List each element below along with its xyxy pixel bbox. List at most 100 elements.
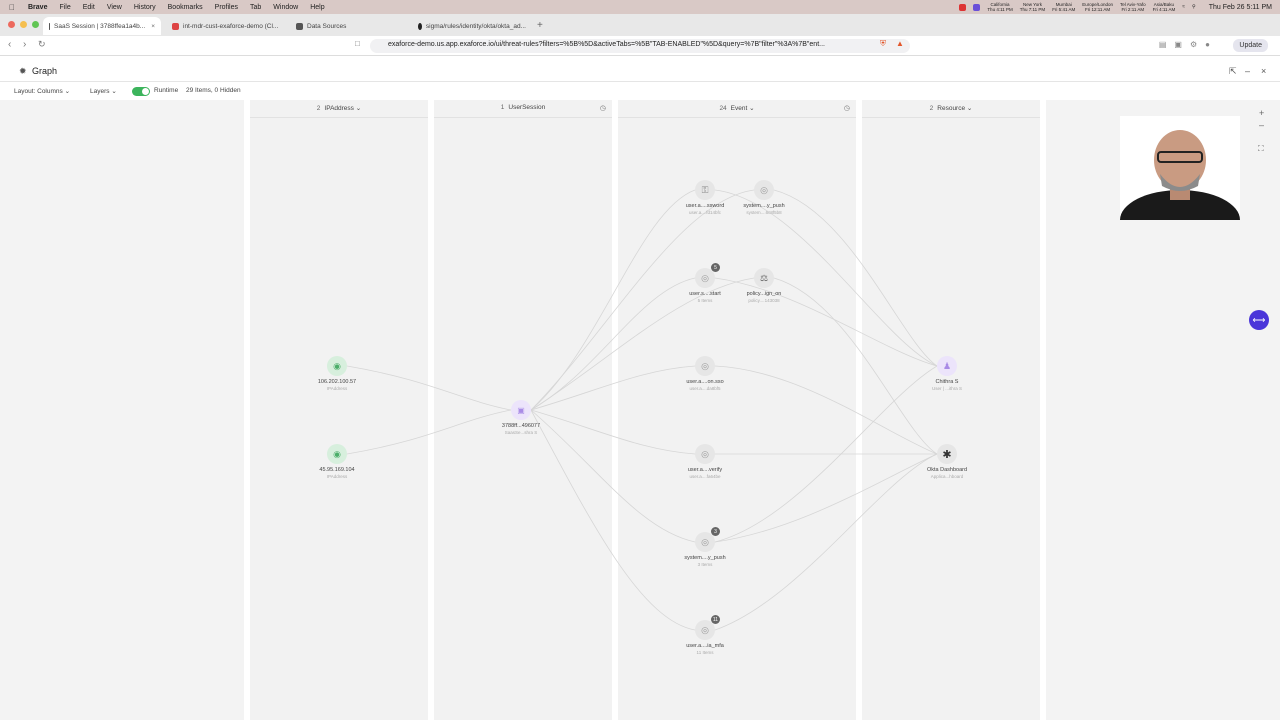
node-user-session[interactable]: ▣ 3788ff...496077 SaasSe...shra S: [481, 400, 561, 435]
runtime-label: Runtime: [154, 87, 179, 94]
wifi-icon[interactable]: ≈: [1182, 4, 1185, 10]
runtime-toggle[interactable]: [132, 87, 150, 96]
presenter-video: [1120, 116, 1240, 220]
node-ip-2[interactable]: ◉ 45.95.169.104 IPAddress: [297, 444, 377, 479]
node-sublabel: IPAddress: [326, 386, 348, 391]
profile-icon[interactable]: ●: [1205, 40, 1210, 49]
tab-saas-session[interactable]: SaaS Session | 3788ffea1a4b... ×: [43, 17, 161, 35]
node-event-6[interactable]: ◎ user.a....verify user.a....fa64be: [665, 444, 745, 479]
node-sublabel: User | ...ithra S: [932, 386, 962, 391]
node-sublabel: system....6c8f5b8: [746, 210, 782, 215]
tab-favicon-icon: [296, 22, 303, 30]
asterisk-icon: ✱: [937, 444, 957, 464]
tab-data-sources[interactable]: Data Sources: [290, 17, 410, 35]
node-sublabel: SaasSe...shra S: [504, 430, 538, 435]
gavel-icon: ⚖: [754, 268, 774, 288]
timezone-california: California Thu 4:11 PM: [987, 2, 1013, 12]
node-ip-1[interactable]: ◉ 106.202.100.57 IPAddress: [297, 356, 377, 391]
tab-sigma-rules[interactable]: sigma/rules/identity/okta/okta_ad...: [412, 17, 532, 35]
search-icon[interactable]: ⚲: [1192, 4, 1196, 10]
github-icon: [418, 22, 422, 30]
menu-edit[interactable]: Edit: [83, 4, 95, 11]
back-icon[interactable]: ‹: [8, 39, 11, 50]
menu-app-name[interactable]: Brave: [28, 4, 47, 11]
macos-menubar:  Brave File Edit View History Bookmarks…: [0, 0, 1280, 14]
address-toolbar: ‹ › ↻ □ exaforce-demo.us.app.exaforce.io…: [0, 36, 1280, 56]
count-badge: 11: [711, 615, 720, 624]
count-badge: 3: [711, 527, 720, 536]
reload-icon[interactable]: ↻: [38, 39, 46, 50]
record-icon[interactable]: [959, 3, 967, 11]
graph-edges: [346, 189, 938, 631]
node-event-4[interactable]: ⚖ policy...ign_on policy....143038: [724, 268, 804, 303]
node-label: system....y_push: [743, 203, 785, 209]
minimize-panel-icon[interactable]: –: [1245, 66, 1250, 76]
brave-shield-icon[interactable]: ⛨: [880, 39, 886, 49]
timezone-new-york: New York Thu 7:11 PM: [1019, 2, 1046, 12]
window-zoom-icon[interactable]: [32, 21, 39, 28]
forward-icon[interactable]: ›: [23, 39, 26, 50]
edge: [530, 409, 696, 631]
url-field[interactable]: exaforce-demo.us.app.exaforce.io/ui/thre…: [370, 39, 910, 53]
node-event-8[interactable]: ◎ 11 user.a....ia_mfa 11 Items: [665, 615, 745, 655]
zoom-in-icon[interactable]: +: [1259, 108, 1264, 118]
bookmark-icon[interactable]: □: [355, 39, 360, 48]
node-event-2[interactable]: ◎ system....y_push system....6c8f5b8: [724, 180, 804, 215]
menu-history[interactable]: History: [134, 4, 156, 11]
menu-profiles[interactable]: Profiles: [215, 4, 238, 11]
node-label: 45.95.169.104: [319, 467, 355, 473]
node-label: 3788ff...496077: [501, 423, 541, 429]
menu-view[interactable]: View: [107, 4, 122, 11]
node-resource-app[interactable]: ✱ Okta Dashboard Applica...hboard: [907, 444, 987, 479]
window-minimize-icon[interactable]: [20, 21, 27, 28]
graph-canvas[interactable]: 2 IPAddress ⌄ 1 UserSession ◷ 24 Event ⌄ ◷ …: [0, 100, 1280, 720]
menubar-status-area: California Thu 4:11 PM New York Thu 7:11 P…: [959, 0, 1272, 14]
timezone-tel-aviv: Tel Aviv-Yafo Fri 2:11 AM: [1119, 2, 1146, 12]
menu-window[interactable]: Window: [273, 4, 298, 11]
brave-rewards-icon[interactable]: ▲: [896, 39, 904, 48]
edge: [714, 365, 938, 455]
node-label: system....y_push: [684, 555, 726, 561]
node-event-5[interactable]: ◎ user.a....on.sso user.a....da8bf5: [665, 356, 745, 391]
session-icon: ▣: [511, 400, 531, 420]
node-label: Chithra S: [935, 379, 959, 385]
fit-view-icon[interactable]: ⛶: [1258, 144, 1264, 154]
graph-panel-header: ✹ Graph ⇱ – ×: [0, 62, 1280, 82]
graph-controls: Layout: Columns ⌄ Layers ⌄ Runtime 29 It…: [0, 84, 1280, 98]
menu-help[interactable]: Help: [310, 4, 324, 11]
new-tab-button[interactable]: +: [537, 20, 543, 31]
menu-tab[interactable]: Tab: [250, 4, 261, 11]
tab-demo-project[interactable]: int-mdr-cust-exaforce-demo (Cl...: [166, 17, 286, 35]
close-panel-icon[interactable]: ×: [1261, 66, 1266, 76]
extensions-icon[interactable]: ⚙: [1190, 40, 1197, 49]
wallet-icon[interactable]: ▣: [1174, 40, 1182, 49]
node-resource-user[interactable]: ♟ Chithra S User | ...ithra S: [907, 356, 987, 391]
sidebar-icon[interactable]: ▤: [1159, 40, 1167, 49]
window-close-icon[interactable]: [8, 21, 15, 28]
apple-icon[interactable]: : [9, 3, 19, 12]
timezone-london: Europe/London Fri 12:11 AM: [1082, 2, 1113, 12]
globe-icon: ◉: [327, 356, 347, 376]
app-status-icon[interactable]: [973, 3, 981, 11]
fingerprint-icon: ◎: [695, 444, 715, 464]
user-icon: ♟: [937, 356, 957, 376]
expand-icon[interactable]: ⇱: [1229, 66, 1237, 77]
menu-bookmarks[interactable]: Bookmarks: [168, 4, 203, 11]
menubar-clock[interactable]: Thu Feb 26 5:11 PM: [1209, 4, 1272, 11]
count-badge: 5: [711, 263, 720, 272]
tab-close-icon[interactable]: ×: [151, 23, 155, 30]
graph-icon: ✹: [19, 66, 27, 76]
zoom-out-icon[interactable]: –: [1259, 120, 1264, 130]
node-label: user.a....on.sso: [686, 379, 724, 385]
node-label: user.a....verify: [687, 467, 723, 473]
browser-toolbar-icons: ▤ ▣ ⚙ ●: [1159, 40, 1210, 49]
globe-icon: ◉: [327, 444, 347, 464]
update-button[interactable]: Update: [1233, 39, 1268, 52]
graph-action-button[interactable]: ⟷: [1249, 310, 1269, 330]
node-event-7[interactable]: ◎ 3 system....y_push 3 Items: [665, 527, 745, 567]
layout-dropdown[interactable]: Layout: Columns ⌄: [14, 87, 70, 95]
menu-file[interactable]: File: [59, 4, 70, 11]
lock-icon: ⚿: [695, 180, 715, 200]
layers-dropdown[interactable]: Layers ⌄: [90, 87, 117, 95]
tab-favicon-icon: [49, 22, 50, 30]
